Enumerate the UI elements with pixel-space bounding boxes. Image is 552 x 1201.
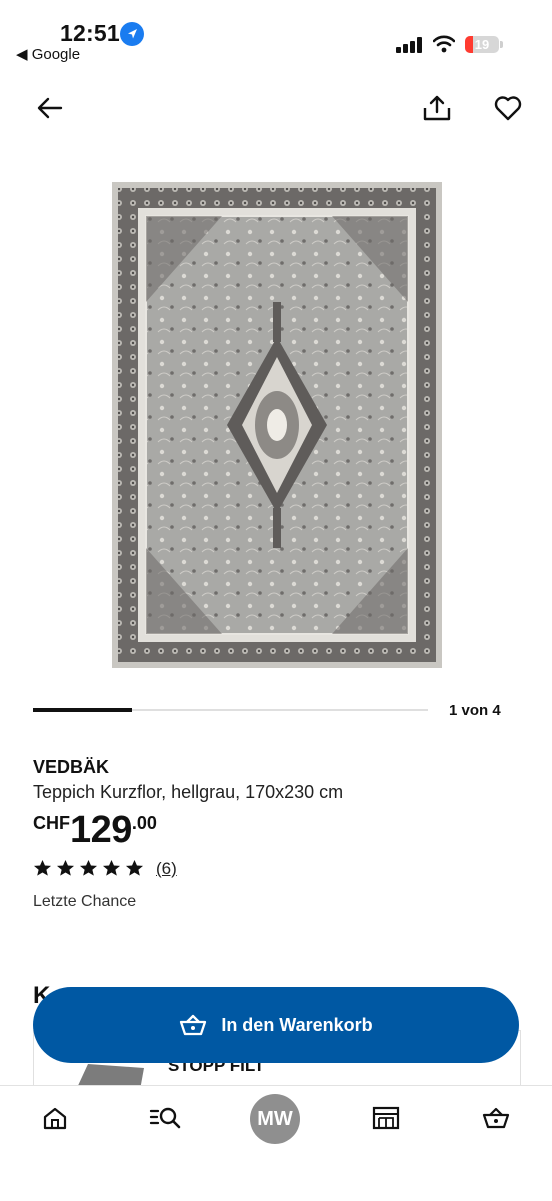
signal-icon bbox=[396, 37, 424, 53]
back-button[interactable] bbox=[30, 88, 70, 128]
tab-home[interactable] bbox=[30, 1093, 80, 1143]
battery-level: 19 bbox=[474, 37, 490, 52]
price-currency: CHF bbox=[33, 813, 70, 833]
star-icon bbox=[56, 859, 75, 876]
heart-icon bbox=[494, 96, 522, 121]
home-icon bbox=[43, 1107, 67, 1130]
star-icon bbox=[33, 859, 52, 876]
wifi-icon bbox=[432, 35, 456, 53]
search-icon bbox=[149, 1107, 181, 1129]
battery-icon: 19 bbox=[465, 36, 499, 53]
back-arrow-icon bbox=[37, 97, 63, 119]
tab-store[interactable] bbox=[361, 1093, 411, 1143]
image-counter: 1 von 4 bbox=[449, 702, 501, 719]
tab-search[interactable] bbox=[140, 1093, 190, 1143]
star-icon bbox=[79, 859, 98, 876]
share-icon bbox=[423, 95, 451, 121]
carousel-progress bbox=[33, 708, 132, 712]
status-time: 12:51 bbox=[60, 20, 120, 46]
tab-cart[interactable] bbox=[471, 1093, 521, 1143]
favorite-button[interactable] bbox=[488, 88, 528, 128]
price-decimals: .00 bbox=[131, 813, 157, 833]
add-to-cart-label: In den Warenkorb bbox=[221, 1014, 373, 1035]
star-icon bbox=[125, 859, 144, 876]
product-price: CHF 129 .00 bbox=[33, 808, 157, 852]
product-description: Teppich Kurzflor, hellgrau, 170x230 cm bbox=[33, 782, 344, 802]
product-name: VEDBÄK bbox=[33, 757, 110, 777]
store-icon bbox=[372, 1106, 400, 1130]
price-integer: 129 bbox=[70, 809, 132, 851]
product-image[interactable] bbox=[112, 182, 442, 668]
basket-icon bbox=[180, 1014, 207, 1036]
back-to-app-link[interactable]: ◀ Google bbox=[16, 45, 80, 63]
star-icon bbox=[102, 859, 121, 876]
add-to-cart-button[interactable]: In den Warenkorb bbox=[33, 987, 519, 1063]
rating-stars[interactable] bbox=[33, 859, 144, 877]
avatar[interactable]: MW bbox=[250, 1094, 300, 1144]
battery-tip bbox=[500, 41, 503, 48]
rating-count-link[interactable]: (6) bbox=[156, 859, 177, 879]
share-button[interactable] bbox=[417, 88, 457, 128]
location-arrow-icon bbox=[120, 22, 144, 46]
basket-icon bbox=[482, 1107, 510, 1129]
availability-label: Letzte Chance bbox=[33, 893, 137, 910]
